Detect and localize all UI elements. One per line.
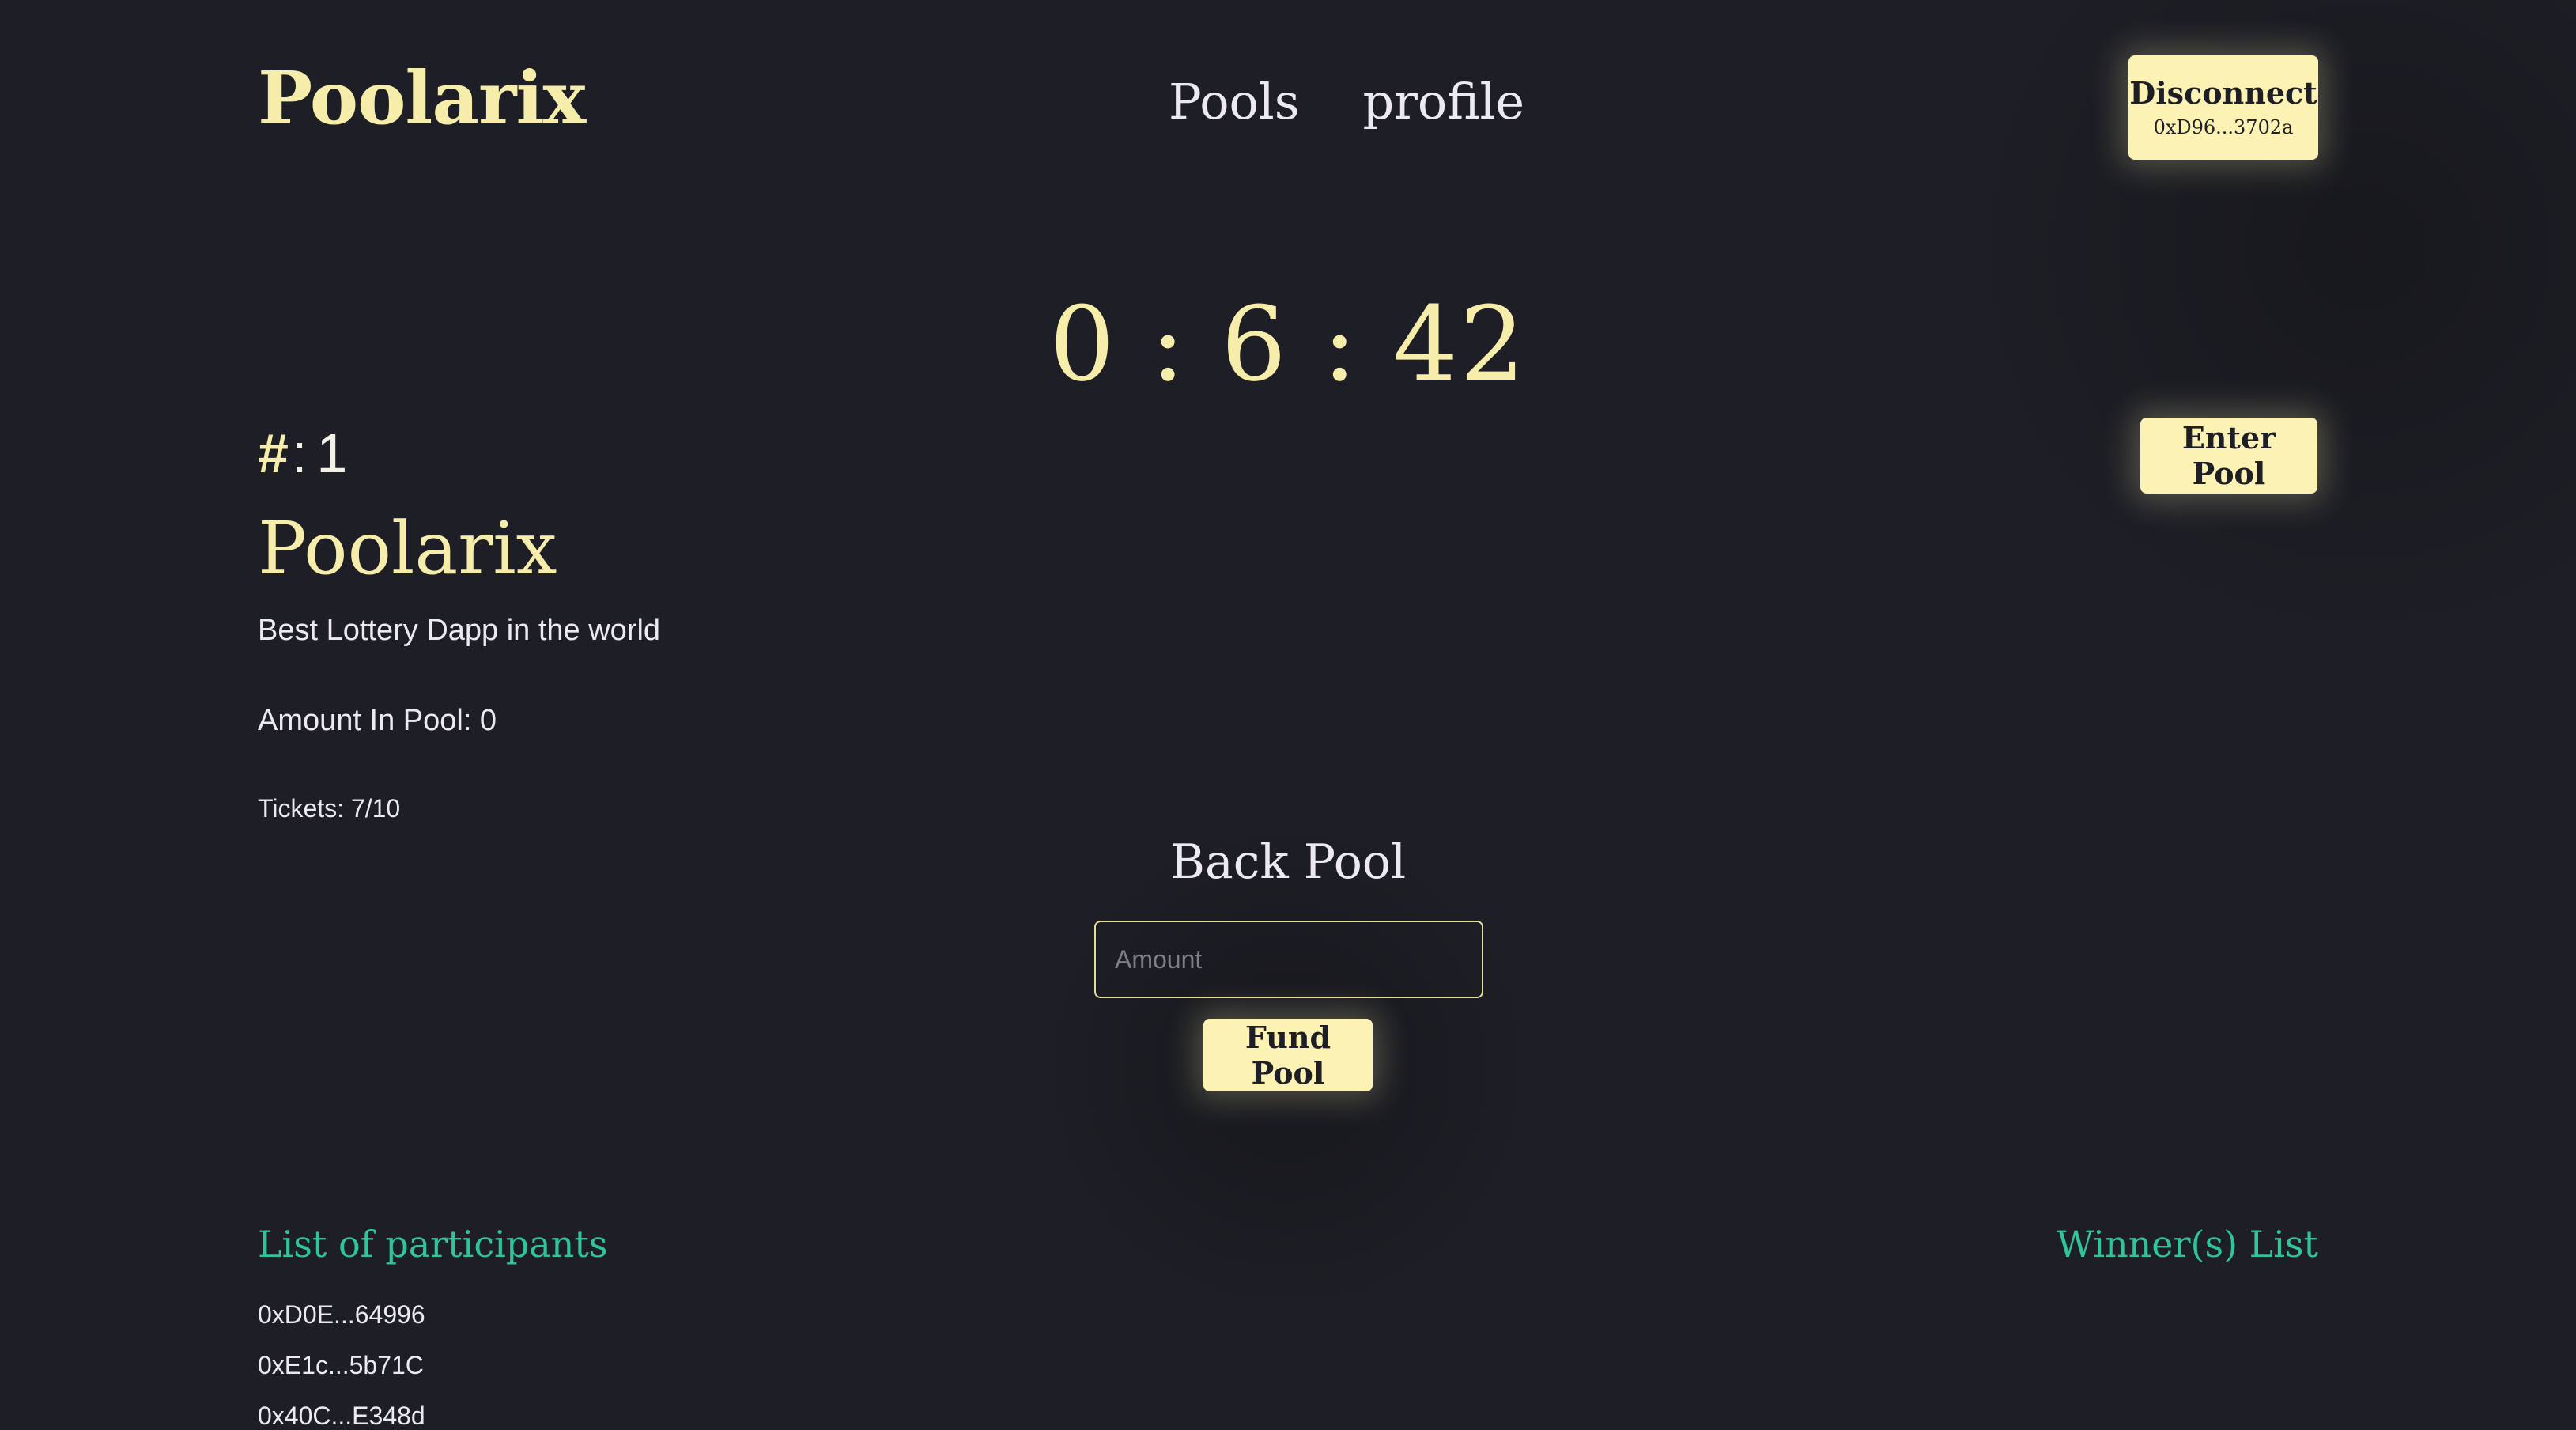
nav-pools-link[interactable]: Pools [1169,78,1300,127]
disconnect-label: Disconnect [2129,75,2317,112]
pool-tickets: Tickets: 7/10 [258,794,401,823]
pool-page: Poolarix Pools profile Disconnect 0xD96.… [0,0,2576,1430]
fund-pool-button[interactable]: Fund Pool [1203,1019,1373,1091]
pool-id: # : 1 [258,426,347,481]
pool-id-value: 1 [316,422,348,484]
participants-list: 0xD0E...64996 0xE1c...5b71C 0x40C...E348… [258,1299,425,1430]
app-logo[interactable]: Poolarix [258,62,586,134]
disconnect-button[interactable]: Disconnect 0xD96...3702a [2128,55,2318,160]
pool-name: Poolarix [258,506,557,591]
participant-item: 0xE1c...5b71C [258,1351,424,1379]
pool-id-separator: : [291,422,308,484]
amount-input[interactable] [1094,921,1483,998]
wallet-address: 0xD96...3702a [2153,115,2294,138]
nav-profile-link[interactable]: profile [1363,78,1525,127]
pool-amount: Amount In Pool: 0 [258,704,497,737]
enter-pool-button[interactable]: Enter Pool [2140,418,2317,494]
enter-pool-label: Enter Pool [2181,420,2276,491]
hash-icon: # [258,422,289,484]
participant-item: 0x40C...E348d [258,1402,425,1430]
participants-title: List of participants [258,1223,608,1265]
participant-item: 0xD0E...64996 [258,1300,425,1329]
main-nav: Pools profile [1169,78,1524,127]
back-pool-title: Back Pool [1169,834,1407,890]
pool-description: Best Lottery Dapp in the world [258,614,661,647]
fund-pool-label: Fund Pool [1245,1020,1331,1091]
countdown-timer: 0 : 6 : 42 [1049,284,1527,404]
winners-title: Winner(s) List [2056,1223,2318,1265]
